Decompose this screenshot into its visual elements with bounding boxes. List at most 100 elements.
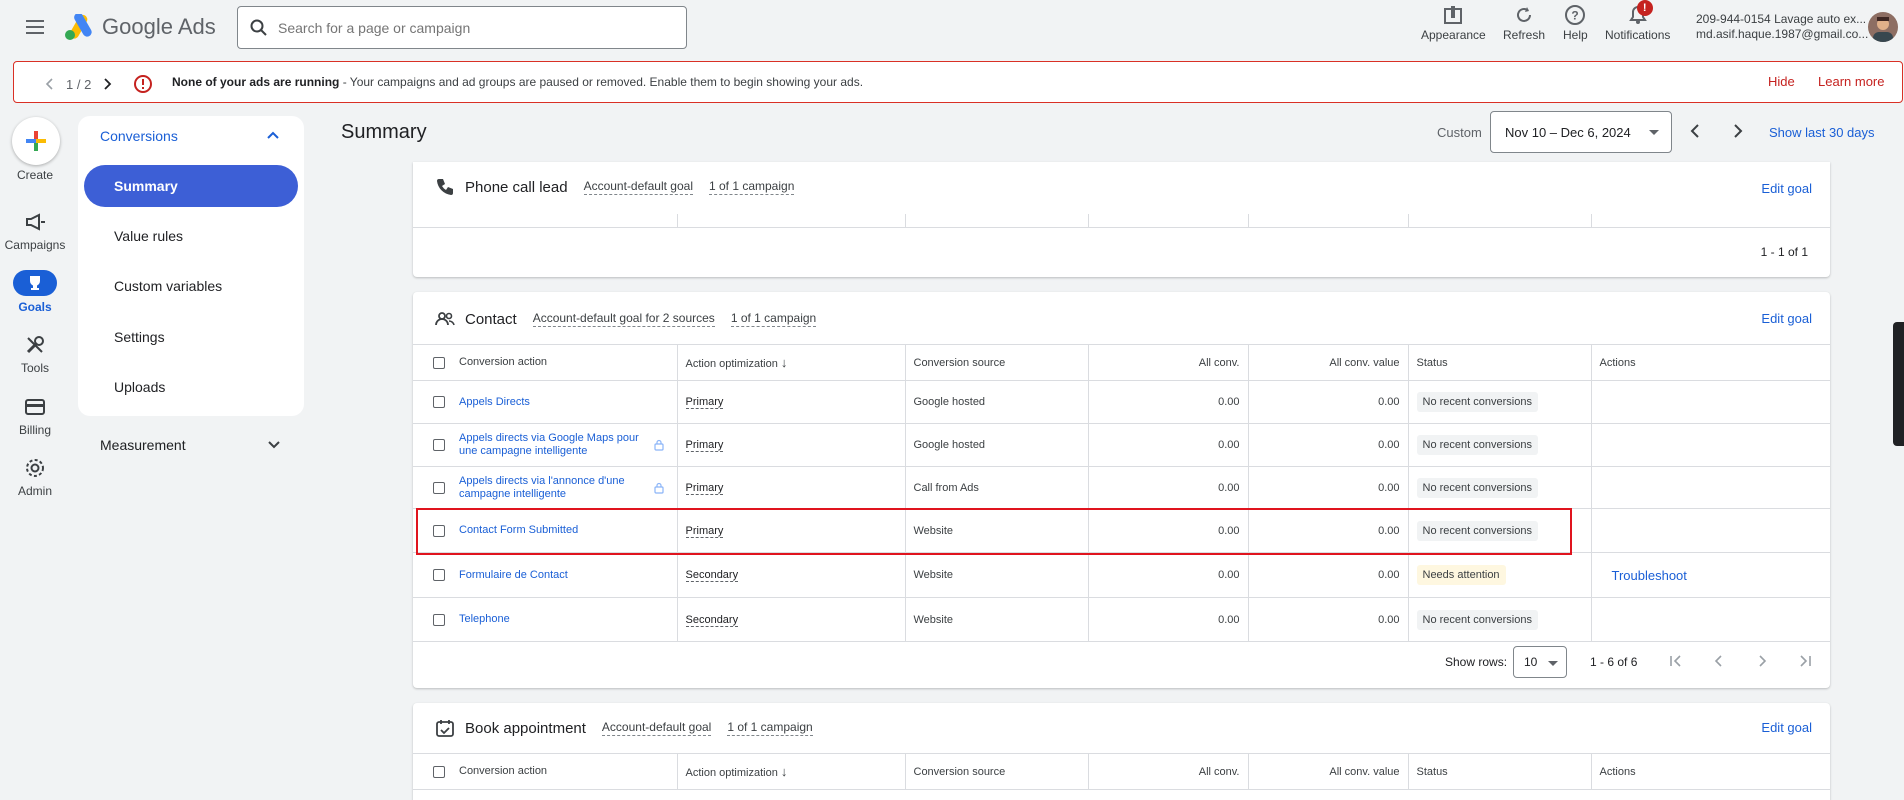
nav-item-uploads[interactable]: Uploads — [84, 366, 298, 408]
book-appointment-card: Book appointment Account-default goal 1 … — [413, 703, 1830, 800]
col-action-optimization[interactable]: Action optimization ↓ — [676, 344, 905, 381]
conversion-action-link[interactable]: Contact Form Submitted — [459, 524, 578, 536]
svg-text:?: ? — [1572, 9, 1579, 23]
troubleshoot-link[interactable]: Troubleshoot — [1600, 568, 1687, 583]
rail-item-admin[interactable]: Admin — [0, 456, 70, 498]
col-conversion-source[interactable]: Conversion source — [904, 344, 1088, 381]
conversion-action-link[interactable]: Formulaire de Contact — [459, 569, 568, 581]
book-card-campaigns[interactable]: 1 of 1 campaign — [727, 720, 813, 736]
select-all-checkbox[interactable] — [433, 765, 445, 778]
conversion-action-link[interactable]: Telephone — [459, 613, 510, 625]
contact-card-goal[interactable]: Account-default goal for 2 sources — [532, 311, 715, 327]
contact-edit-goal-button[interactable]: Edit goal — [1761, 311, 1812, 326]
optimization-value[interactable]: Secondary — [685, 613, 739, 627]
rows-per-page-value: 10 — [1524, 655, 1538, 669]
col-status[interactable]: Status — [1407, 753, 1591, 790]
side-panel-tab[interactable] — [1893, 322, 1904, 446]
last-page-icon[interactable] — [1797, 653, 1813, 669]
contact-card-title: Contact — [465, 310, 517, 328]
search-box[interactable] — [237, 6, 687, 49]
row-checkbox[interactable] — [433, 613, 445, 626]
rail-item-goals[interactable]: Goals — [0, 270, 70, 314]
row-checkbox[interactable] — [433, 481, 445, 494]
phone-card-header: Phone call lead Account-default goal 1 o… — [435, 177, 795, 197]
phone-call-lead-card: Phone call lead Account-default goal 1 o… — [413, 162, 1830, 277]
notifications-button[interactable]: ! Notifications — [1605, 0, 1670, 42]
next-period-icon[interactable] — [1731, 122, 1745, 140]
col-all-conv[interactable]: All conv. — [1087, 344, 1248, 381]
alert-hide-button[interactable]: Hide — [1768, 74, 1795, 89]
rail-item-campaigns[interactable]: Campaigns — [0, 210, 70, 252]
select-all-checkbox[interactable] — [433, 356, 445, 369]
table-header-row: Conversion action Action optimization ↓ … — [413, 344, 1830, 381]
col-all-conv-value[interactable]: All conv. value — [1247, 344, 1408, 381]
col-conversion-source[interactable]: Conversion source — [904, 753, 1088, 790]
col-status[interactable]: Status — [1407, 344, 1591, 381]
optimization-value[interactable]: Primary — [685, 524, 724, 538]
account-info[interactable]: 209-944-0154 Lavage auto ex... md.asif.h… — [1696, 12, 1868, 42]
nav-item-value-rules-label: Value rules — [114, 228, 184, 244]
book-card-goal[interactable]: Account-default goal — [601, 720, 712, 736]
phone-edit-goal-button[interactable]: Edit goal — [1761, 181, 1812, 196]
google-ads-logo[interactable]: Google Ads — [64, 14, 216, 40]
col-action-optimization[interactable]: Action optimization ↓ — [676, 753, 905, 790]
table-header-row: Conversion action Action optimization ↓ … — [413, 753, 1830, 790]
rail-item-tools[interactable]: Tools — [0, 333, 70, 375]
conversion-action-link[interactable]: Appels directs via Google Maps pour une … — [459, 432, 639, 458]
col-conversion-action-label: Conversion action — [459, 765, 548, 778]
refresh-button[interactable]: Refresh — [1503, 4, 1545, 42]
row-checkbox[interactable] — [433, 396, 445, 409]
col-conversion-action[interactable]: Conversion action — [413, 753, 677, 790]
row-checkbox[interactable] — [433, 439, 445, 451]
search-input[interactable] — [278, 19, 658, 36]
prev-page-icon[interactable] — [1711, 653, 1727, 669]
cell-opt: Primary — [676, 423, 905, 467]
conversion-action-link[interactable]: Appels Directs — [459, 396, 530, 408]
next-page-icon[interactable] — [1754, 653, 1770, 669]
col-conversion-action[interactable]: Conversion action — [413, 344, 677, 381]
alert-learn-more-link[interactable]: Learn more — [1818, 74, 1884, 89]
chevron-left-icon[interactable] — [44, 77, 54, 91]
chevron-right-icon[interactable] — [103, 77, 113, 91]
rail-item-billing[interactable]: Billing — [0, 395, 70, 437]
cell-status: No recent conversions — [1407, 380, 1591, 424]
appearance-button[interactable]: Appearance — [1421, 4, 1486, 42]
phone-card-goal[interactable]: Account-default goal — [583, 179, 693, 195]
book-conversions-table: Conversion action Action optimization ↓ … — [413, 753, 1830, 790]
nav-item-settings[interactable]: Settings — [84, 316, 298, 358]
menu-icon[interactable] — [24, 16, 46, 38]
row-checkbox[interactable] — [433, 524, 445, 537]
cell-value: 0.00 — [1247, 552, 1408, 598]
avatar[interactable] — [1868, 12, 1898, 42]
chevron-up-icon[interactable] — [266, 128, 280, 142]
nav-item-value-rules[interactable]: Value rules — [84, 215, 298, 257]
prev-period-icon[interactable] — [1688, 122, 1702, 140]
nav-section-conversions[interactable]: Conversions — [100, 128, 178, 144]
book-edit-goal-button[interactable]: Edit goal — [1761, 720, 1812, 735]
optimization-value[interactable]: Secondary — [685, 569, 739, 582]
phone-card-campaigns[interactable]: 1 of 1 campaign — [708, 179, 795, 195]
phone-table-stub — [413, 214, 1830, 228]
nav-item-custom-variables[interactable]: Custom variables — [84, 265, 298, 307]
rows-per-page-select[interactable]: 10 — [1513, 646, 1567, 678]
col-all-conv-value[interactable]: All conv. value — [1247, 753, 1408, 790]
optimization-value[interactable]: Primary — [685, 481, 724, 495]
row-checkbox[interactable] — [433, 569, 445, 582]
optimization-value[interactable]: Primary — [685, 396, 724, 409]
help-button[interactable]: ? Help — [1563, 4, 1588, 42]
chevron-down-icon[interactable] — [266, 437, 282, 453]
conversion-action-link[interactable]: Appels directs via l'annonce d'une campa… — [459, 475, 639, 501]
show-last-30-days-link[interactable]: Show last 30 days — [1769, 125, 1875, 140]
first-page-icon[interactable] — [1668, 653, 1684, 669]
nav-item-summary[interactable]: Summary — [84, 165, 298, 207]
date-range-picker[interactable]: Nov 10 – Dec 6, 2024 — [1490, 111, 1672, 153]
cell-name: Telephone — [413, 597, 677, 642]
optimization-value[interactable]: Primary — [685, 439, 724, 452]
col-all-conv[interactable]: All conv. — [1087, 753, 1248, 790]
nav-section-measurement[interactable]: Measurement — [100, 437, 186, 453]
create-button[interactable] — [12, 117, 60, 165]
contact-card-header: Contact Account-default goal for 2 sourc… — [435, 309, 817, 329]
cell-status: No recent conversions — [1407, 597, 1591, 642]
contact-card-campaigns[interactable]: 1 of 1 campaign — [730, 311, 817, 327]
col-status-label: Status — [1416, 356, 1448, 369]
